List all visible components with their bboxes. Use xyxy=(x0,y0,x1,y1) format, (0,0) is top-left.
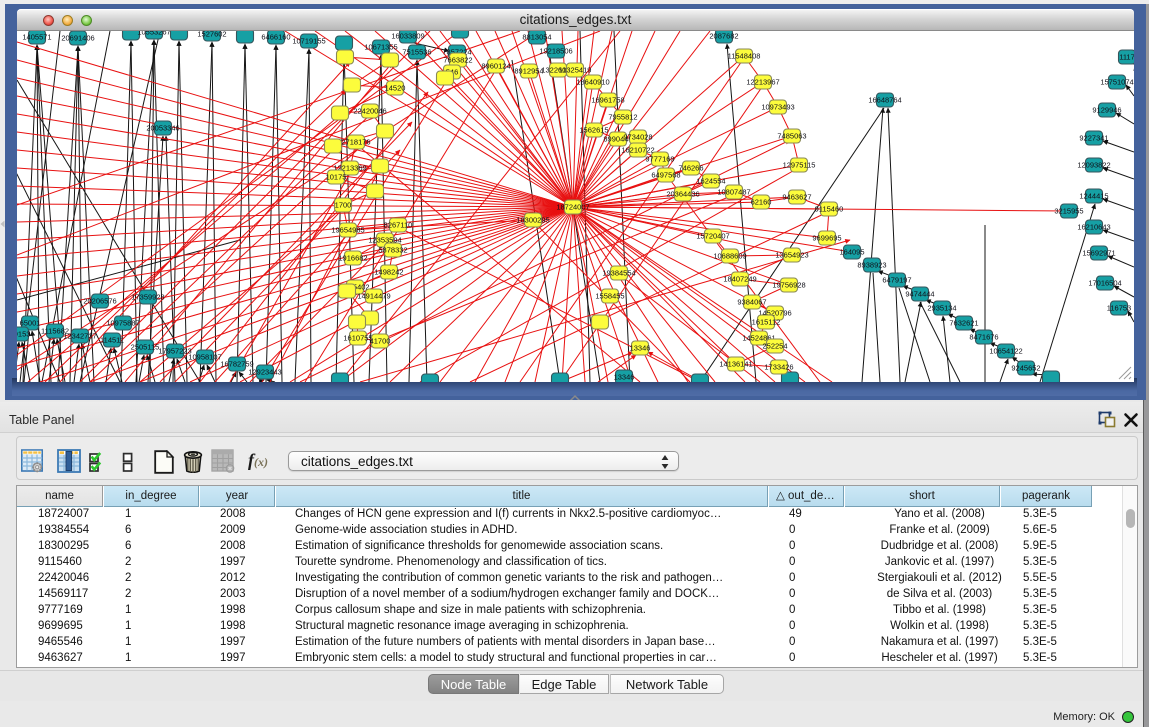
svg-text:9734028: 9734028 xyxy=(623,133,652,142)
svg-text:7485063: 7485063 xyxy=(777,132,806,141)
svg-text:10958107: 10958107 xyxy=(188,353,221,362)
svg-text:6497568: 6497568 xyxy=(651,171,680,180)
svg-text:17957223: 17957223 xyxy=(158,347,191,356)
svg-text:8813054: 8813054 xyxy=(522,33,551,42)
svg-text:2505115: 2505115 xyxy=(131,343,160,352)
svg-text:17359928: 17359928 xyxy=(131,293,164,302)
svg-text:2935134: 2935134 xyxy=(927,304,956,313)
svg-text:9463627: 9463627 xyxy=(782,193,811,202)
svg-text:5878332: 5878332 xyxy=(378,246,407,255)
svg-text:41700: 41700 xyxy=(370,337,391,346)
svg-text:6479197: 6479197 xyxy=(882,276,911,285)
svg-text:13654923: 13654923 xyxy=(775,251,808,260)
svg-text:20053346: 20053346 xyxy=(146,124,179,133)
svg-text:9115460: 9115460 xyxy=(815,205,844,214)
svg-text:7632621: 7632621 xyxy=(949,319,978,328)
svg-text:1558455: 1558455 xyxy=(595,292,624,301)
svg-text:20691406: 20691406 xyxy=(61,34,94,43)
svg-text:14914479: 14914479 xyxy=(357,292,390,301)
svg-text:9129946: 9129946 xyxy=(1092,106,1121,115)
svg-text:9245652: 9245652 xyxy=(1011,364,1040,373)
svg-text:10688609: 10688609 xyxy=(713,252,746,261)
svg-text:10975887: 10975887 xyxy=(106,319,139,328)
svg-text:11325419: 11325419 xyxy=(559,66,592,75)
svg-text:6466160: 6466160 xyxy=(261,33,290,42)
svg-text:1700: 1700 xyxy=(335,201,352,210)
svg-text:14520: 14520 xyxy=(385,84,406,93)
svg-text:16033809: 16033809 xyxy=(391,32,424,41)
svg-text:8938923: 8938923 xyxy=(857,261,886,270)
svg-text:9474444: 9474444 xyxy=(905,290,934,299)
svg-text:746266: 746266 xyxy=(678,164,703,173)
svg-text:9384067: 9384067 xyxy=(737,298,766,307)
svg-text:1562615: 1562615 xyxy=(579,126,608,135)
svg-text:7663822: 7663822 xyxy=(443,56,472,65)
svg-text:12342737: 12342737 xyxy=(63,332,96,341)
svg-text:12975115: 12975115 xyxy=(783,161,816,170)
svg-text:116753: 116753 xyxy=(1107,304,1131,313)
svg-text:1244415: 1244415 xyxy=(1079,192,1108,201)
svg-text:16210722: 16210722 xyxy=(621,146,654,155)
svg-text:10654122: 10654122 xyxy=(989,347,1022,356)
svg-text:19218506: 19218506 xyxy=(539,47,572,56)
svg-text:15751074: 15751074 xyxy=(1100,78,1133,87)
svg-text:20206576: 20206576 xyxy=(83,297,116,306)
svg-text:18300295: 18300295 xyxy=(516,216,549,225)
svg-text:10719155: 10719155 xyxy=(292,37,325,46)
svg-text:1610755: 1610755 xyxy=(343,334,372,343)
svg-text:62160: 62160 xyxy=(751,198,772,207)
svg-text:16648764: 16648764 xyxy=(868,96,901,105)
svg-text:19756928: 19756928 xyxy=(772,281,805,290)
svg-text:15720407: 15720407 xyxy=(696,232,729,241)
svg-text:9227341: 9227341 xyxy=(1079,134,1108,143)
svg-text:7955812: 7955812 xyxy=(608,113,637,122)
svg-text:1733426: 1733426 xyxy=(764,363,793,372)
svg-text:15692971: 15692971 xyxy=(1082,249,1115,258)
svg-text:10973493: 10973493 xyxy=(761,103,794,112)
svg-text:164095: 164095 xyxy=(839,248,864,257)
svg-text:3215955: 3215955 xyxy=(1054,207,1083,216)
svg-text:8267110: 8267110 xyxy=(384,221,413,230)
svg-text:16210643: 16210643 xyxy=(1077,223,1110,232)
svg-text:10807487: 10807487 xyxy=(717,188,750,197)
svg-text:8960124: 8960124 xyxy=(481,62,510,71)
svg-text:18640910: 18640910 xyxy=(576,78,609,87)
svg-text:11548408: 11548408 xyxy=(728,52,761,61)
svg-text:1498242: 1498242 xyxy=(374,268,403,277)
svg-text:1117: 1117 xyxy=(1119,53,1134,62)
svg-text:12213967: 12213967 xyxy=(746,78,779,87)
svg-text:20364436: 20364436 xyxy=(666,190,699,199)
svg-text:252254: 252254 xyxy=(762,342,787,351)
svg-text:19384554: 19384554 xyxy=(602,269,635,278)
svg-text:9699695: 9699695 xyxy=(812,234,841,243)
svg-text:114511: 114511 xyxy=(100,336,124,345)
svg-text:22420046: 22420046 xyxy=(353,107,386,116)
svg-text:1916682: 1916682 xyxy=(338,254,367,263)
svg-text:17016504: 17016504 xyxy=(1088,279,1121,288)
svg-text:10175: 10175 xyxy=(326,173,347,182)
svg-text:2087682: 2087682 xyxy=(709,32,738,41)
svg-text:14136141: 14136141 xyxy=(719,360,752,369)
svg-text:19654985: 19654985 xyxy=(331,226,364,235)
svg-text:12093822: 12093822 xyxy=(1077,161,1110,170)
svg-text:13346: 13346 xyxy=(630,344,651,353)
svg-text:16961758: 16961758 xyxy=(591,96,624,105)
svg-text:2718176: 2718176 xyxy=(341,138,370,147)
svg-text:8471676: 8471676 xyxy=(969,333,998,342)
svg-text:13346: 13346 xyxy=(614,373,635,382)
svg-text:10553267: 10553267 xyxy=(137,31,170,37)
svg-text:18407249: 18407249 xyxy=(723,275,756,284)
svg-text:1405571: 1405571 xyxy=(22,33,51,42)
svg-text:65001: 65001 xyxy=(20,319,41,328)
svg-text:1527602: 1527602 xyxy=(197,31,226,39)
svg-text:1624554: 1624554 xyxy=(696,177,725,186)
svg-text:12923443: 12923443 xyxy=(248,368,281,377)
svg-text:18724007: 18724007 xyxy=(556,203,589,212)
svg-text:8912954: 8912954 xyxy=(514,67,543,76)
svg-text:7515536: 7515536 xyxy=(402,48,431,57)
svg-text:1615112: 1615112 xyxy=(752,318,781,327)
svg-text:10671355: 10671355 xyxy=(364,43,397,52)
svg-text:39153: 39153 xyxy=(17,330,30,339)
svg-text:9777169: 9777169 xyxy=(645,155,674,164)
